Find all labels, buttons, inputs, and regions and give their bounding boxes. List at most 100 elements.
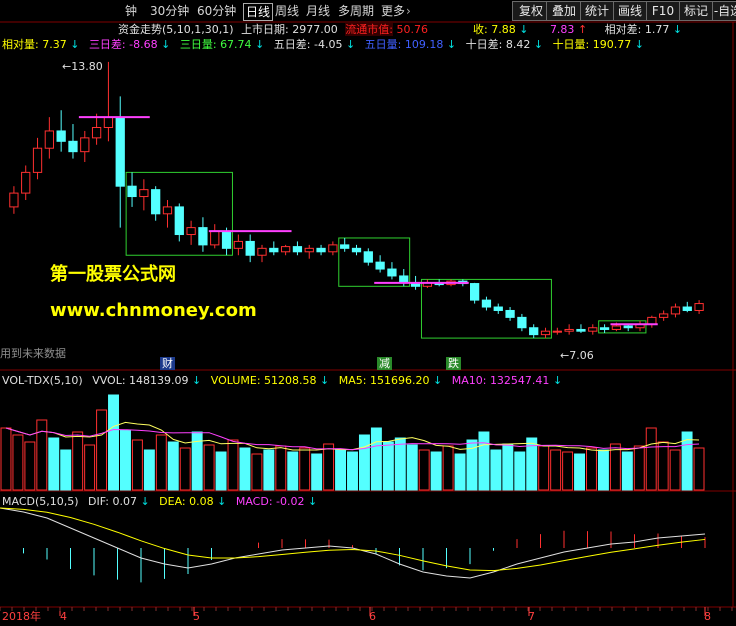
candle-body [647,316,657,325]
volume-bar [669,449,681,491]
volume-bar [514,451,526,491]
volume-bar [275,445,287,491]
candle-body [233,240,243,249]
listing-days-label: 上市日期: [241,23,289,36]
high-price-mark: ←13.80 [62,60,103,73]
candle-body [328,244,338,253]
volume-bar [36,419,48,491]
d10-vol-value: 190.77 [592,38,632,51]
dif-label: DIF: [88,495,109,508]
volume-bar [657,441,669,491]
macd-indicator-row: MACD(5,10,5) DIF: 0.07 ↓ DEA: 0.08 ↓ MAC… [2,494,317,509]
time-axis-year: 2018年 [2,610,41,623]
volume-bar [574,453,586,491]
candle-body [245,240,255,256]
volume-bar [179,447,191,491]
dea-label: DEA: [159,495,186,508]
d3-vol-down-icon: ↓ [255,38,265,51]
volume-bar [597,449,609,491]
candle-body [68,140,78,153]
volume-bar [119,429,131,491]
candle-body [611,325,622,330]
volume-bar [48,437,60,491]
candle-body [115,116,125,187]
consolidation-box-2 [338,237,411,287]
ma10-down-icon: ↓ [552,374,563,387]
candle-body [21,171,31,194]
volume-bar [143,449,155,491]
candle-body [623,325,633,329]
volume-bar [693,447,705,491]
ma10-label: MA10: [451,374,487,387]
volume-value: 51208.58 [264,374,317,387]
candle-body [162,206,173,215]
volume-bar [311,453,323,491]
candle-body [198,227,208,246]
candle-body [174,206,184,236]
event-tag-finance[interactable]: 财 [160,357,175,370]
time-axis-month-4: 4 [60,610,67,623]
candle-body [540,330,551,336]
candle-body [304,247,314,253]
d5-vol-down-icon: ↓ [446,38,457,51]
d10-vol-down-icon: ↓ [634,38,644,51]
volume-bar [131,439,143,491]
d5-vol-label: 五日量: [364,38,402,51]
volume-bar [335,449,347,491]
candle-body [517,316,527,329]
volume-bar [323,443,335,491]
volume-bar [287,451,299,491]
time-axis-month-8: 8 [704,610,711,623]
volume-bar [72,431,84,491]
candle-body [505,309,515,318]
candle-body [44,130,54,149]
rel-vol-down-icon: ↓ [70,38,80,51]
volume-bar [358,434,370,491]
candle-body [399,275,409,284]
volume-bar [550,449,562,491]
candle-body [481,299,492,308]
event-tag-drop[interactable]: 跌 [446,357,461,370]
d10-diff-down-icon: ↓ [533,38,544,51]
float-cap-value: 50.76 [396,23,429,36]
candle-body [316,247,326,253]
candle-body [257,247,267,256]
candle-body [292,246,303,253]
volume-bar [633,445,645,491]
volume-bar [562,451,574,491]
candle-body [363,251,373,263]
volume-bar [215,451,227,491]
volume-bar [490,449,502,491]
time-axis-month-5: 5 [193,610,200,623]
candle-body [186,227,196,236]
candle-body [80,137,90,153]
volume-bar [155,434,167,491]
volume-bar [263,449,275,491]
rel-diff-down-icon: ↓ [672,23,683,36]
close-down-icon: ↓ [519,23,529,36]
volume-bar [60,449,72,491]
candle-body [139,189,149,198]
d3-vol-label: 三日量: [179,38,217,51]
volume-bar [227,439,239,491]
volume-bar [12,434,24,491]
candle-body [32,147,43,173]
volume-bar [538,445,550,491]
d5-diff-value: -4.05 [314,38,343,51]
volume-bar [370,427,382,491]
candle-body [269,247,279,253]
candle-body [576,328,586,332]
volume-bar [167,441,179,491]
event-tag-reduce[interactable]: 减 [377,357,392,370]
candle-body [351,247,362,253]
candle-body [670,306,681,315]
candle-body [151,189,161,215]
dif-down-icon: ↓ [140,495,150,508]
candle-body [470,283,480,301]
d5-vol-value: 109.18 [404,38,444,51]
candle-body [564,328,574,332]
candle-body [529,327,539,336]
dea-value: 0.08 [189,495,214,508]
d3-diff-value: -8.68 [129,38,158,51]
time-axis-month-6: 6 [369,610,376,623]
